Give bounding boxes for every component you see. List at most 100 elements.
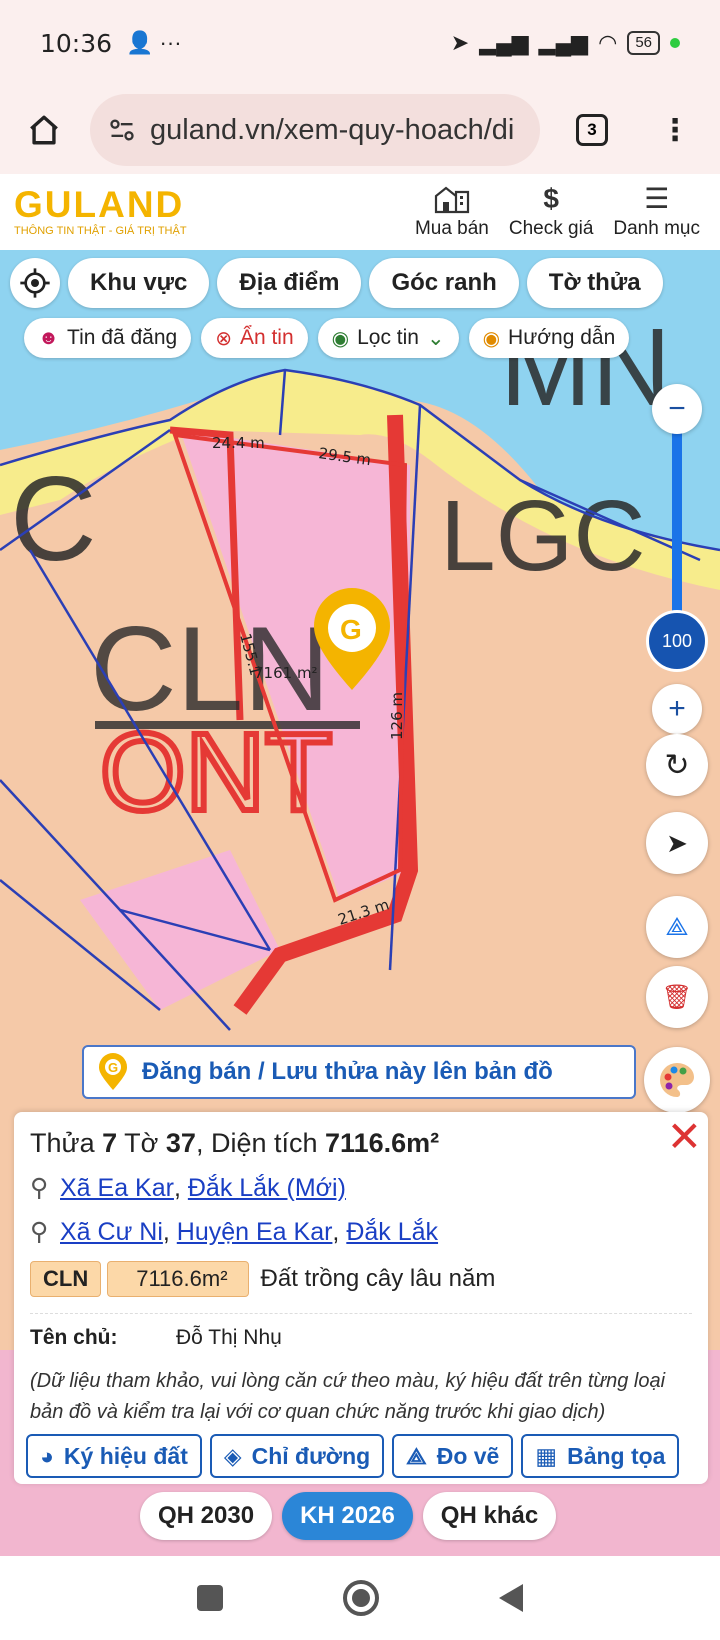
system-nav-bar [0, 1556, 720, 1640]
map-pin-icon: ⚲ [30, 1174, 49, 1202]
close-circle-icon: ⊗ [215, 327, 232, 350]
home-nav-icon[interactable] [343, 1580, 379, 1616]
action-label: Đo vẽ [436, 1442, 500, 1469]
owner-row: Tên chủ: Đỗ Thị Nhụ [30, 1313, 692, 1350]
chip-huong-dan[interactable]: ◉ Hướng dẫn [468, 318, 630, 358]
nav-mua-ban[interactable]: Mua bán [405, 184, 499, 240]
comma: , [173, 1173, 188, 1202]
chip-an-tin[interactable]: ⊗ Ẩn tin [201, 318, 308, 358]
province-old-link[interactable]: Đắk Lắk [346, 1218, 438, 1247]
location-old: ⚲ Xã Cư Ni, Huyện Ea Kar, Đắk Lắk [30, 1217, 692, 1247]
action-label: Ký hiệu đất [63, 1442, 188, 1469]
minus-icon: − [668, 392, 686, 425]
disclaimer-note: (Dữ liệu tham khảo, vui lòng căn cứ theo… [30, 1370, 666, 1423]
save-parcel-button[interactable]: G Đăng bán / Lưu thửa này lên bản đồ [82, 1045, 636, 1099]
commune-old-link[interactable]: Xã Cư Ni [60, 1218, 163, 1247]
measure-icon: ⟁ [406, 1442, 427, 1469]
nav-label: Mua bán [414, 218, 489, 239]
zoom-in-button[interactable]: + [652, 684, 702, 734]
tab-switcher-button[interactable]: 3 [576, 114, 608, 146]
zoom-out-button[interactable]: − [652, 384, 702, 434]
refresh-icon: ↻ [664, 748, 690, 782]
zoom-slider[interactable] [672, 408, 682, 638]
chip-label: Ẩn tin [239, 326, 294, 349]
nav-label: Check giá [508, 218, 594, 239]
play-icon: ◉ [482, 327, 501, 350]
parcel-info-panel: ✕ Thửa 7 Tờ 37, Diện tích 7116.6m² ⚲ Xã … [14, 1112, 708, 1484]
location-icon: ➤ [450, 30, 470, 55]
plan-qh-khac[interactable]: QH khác [422, 1492, 557, 1540]
chip-tin-da-dang[interactable]: ☻ Tin đã đăng [24, 318, 192, 358]
parcel-number: 7 [102, 1128, 118, 1158]
logo-text: GULAND [14, 184, 185, 225]
wifi-icon: ◠ [598, 30, 618, 55]
home-button[interactable] [14, 113, 74, 147]
refresh-button[interactable]: ↻ [646, 734, 708, 796]
signal-icon-2: ▂▄▆ [538, 30, 589, 55]
save-parcel-label: Đăng bán / Lưu thửa này lên bản đồ [142, 1058, 553, 1085]
land-legend-button[interactable]: ◕ Ký hiệu đất [26, 1434, 202, 1478]
commune-new-link[interactable]: Xã Ea Kar [60, 1174, 174, 1203]
plan-toggle: QH 2030 KH 2026 QH khác [140, 1492, 557, 1540]
district-link[interactable]: Huyện Ea Kar [177, 1218, 333, 1247]
filter-khu-vuc[interactable]: Khu vực [68, 258, 210, 308]
comma: , [162, 1217, 177, 1246]
chip-label: Hướng dẫn [508, 326, 616, 349]
plan-kh-2026[interactable]: KH 2026 [282, 1492, 413, 1540]
palette-button[interactable] [644, 1047, 710, 1113]
filter-row-secondary: ☻ Tin đã đăng ⊗ Ẩn tin ◉ Lọc tin ⌄ ◉ Hướ… [24, 318, 630, 358]
privacy-dot-icon [670, 38, 680, 48]
delete-button[interactable]: 🗑 [646, 966, 708, 1028]
logo-tagline: THÔNG TIN THẬT - GIÁ TRỊ THẬT [14, 225, 187, 237]
chip-label: Lọc tin [357, 326, 419, 349]
zoom-level[interactable]: 100 [646, 610, 708, 672]
land-code-badge: CLN [30, 1261, 102, 1297]
locate-me-button[interactable] [10, 258, 60, 308]
site-settings-icon [110, 119, 134, 141]
land-area-badge: 7116.6m² [107, 1261, 249, 1297]
navigation-arrow-icon: ➤ [666, 827, 688, 858]
status-time: 10:36 [40, 28, 113, 58]
parcel-area: 7116.6m² [325, 1128, 440, 1158]
crosshair-icon [20, 268, 50, 298]
owner-name: Đỗ Thị Nhụ [176, 1326, 282, 1349]
action-label: Chỉ đường [251, 1442, 371, 1469]
chevron-down-icon: ⌄ [426, 326, 445, 350]
owner-label: Tên chủ: [30, 1326, 118, 1349]
browser-menu-icon[interactable]: ⋮ [660, 113, 690, 148]
measure-tool-button[interactable]: ⟁ [646, 896, 708, 958]
status-bar: 10:36 👤 ··· ➤ ▂▄▆ ▂▄▆ ◠ 56 [0, 0, 720, 86]
measure-button[interactable]: ⟁ Đo vẽ [392, 1434, 514, 1478]
sheet-prefix: Tờ [124, 1128, 159, 1158]
home-icon [30, 115, 58, 145]
status-left-icons: 👤 ··· [126, 30, 182, 55]
filter-row-primary: Khu vực Địa điểm Góc ranh Tờ thửa [10, 258, 663, 308]
back-icon[interactable] [499, 1584, 523, 1612]
action-row: ◕ Ký hiệu đất ◈ Chỉ đường ⟁ Đo vẽ ▦ Bảng… [26, 1434, 680, 1478]
svg-text:G: G [340, 614, 362, 645]
measure-icon: ⟁ [665, 911, 689, 941]
plus-icon: + [668, 692, 686, 725]
nav-danh-muc[interactable]: ☰ Danh mục [603, 184, 710, 240]
land-type-row: CLN 7116.6m² Đất trồng cây lâu năm [30, 1261, 692, 1297]
navigate-button[interactable]: ➤ [646, 812, 708, 874]
filter-dia-diem[interactable]: Địa điểm [217, 258, 362, 308]
directions-button[interactable]: ◈ Chỉ đường [209, 1434, 385, 1478]
palette-icon [659, 1063, 695, 1097]
battery-icon: 56 [627, 31, 660, 55]
plan-qh-2030[interactable]: QH 2030 [140, 1492, 273, 1540]
action-label: Bảng tọa [567, 1442, 666, 1469]
url-bar[interactable]: guland.vn/xem-quy-hoach/di [90, 94, 540, 166]
province-new-link[interactable]: Đắk Lắk (Mới) [188, 1174, 346, 1203]
sheet-number: 37 [165, 1128, 196, 1158]
area-prefix: Diện tích [210, 1128, 318, 1158]
filter-goc-ranh[interactable]: Góc ranh [369, 258, 519, 308]
filter-to-thua[interactable]: Tờ thửa [526, 258, 663, 308]
nav-check-gia[interactable]: $ Check giá [499, 184, 604, 240]
close-icon[interactable]: ✕ [667, 1116, 702, 1158]
coordinates-table-button[interactable]: ▦ Bảng tọa [521, 1434, 680, 1478]
logo[interactable]: GULAND THÔNG TIN THẬT - GIÁ TRỊ THẬT [14, 184, 214, 237]
recents-icon[interactable] [197, 1585, 223, 1611]
comma: , [332, 1217, 347, 1246]
chip-loc-tin[interactable]: ◉ Lọc tin ⌄ [317, 318, 459, 358]
